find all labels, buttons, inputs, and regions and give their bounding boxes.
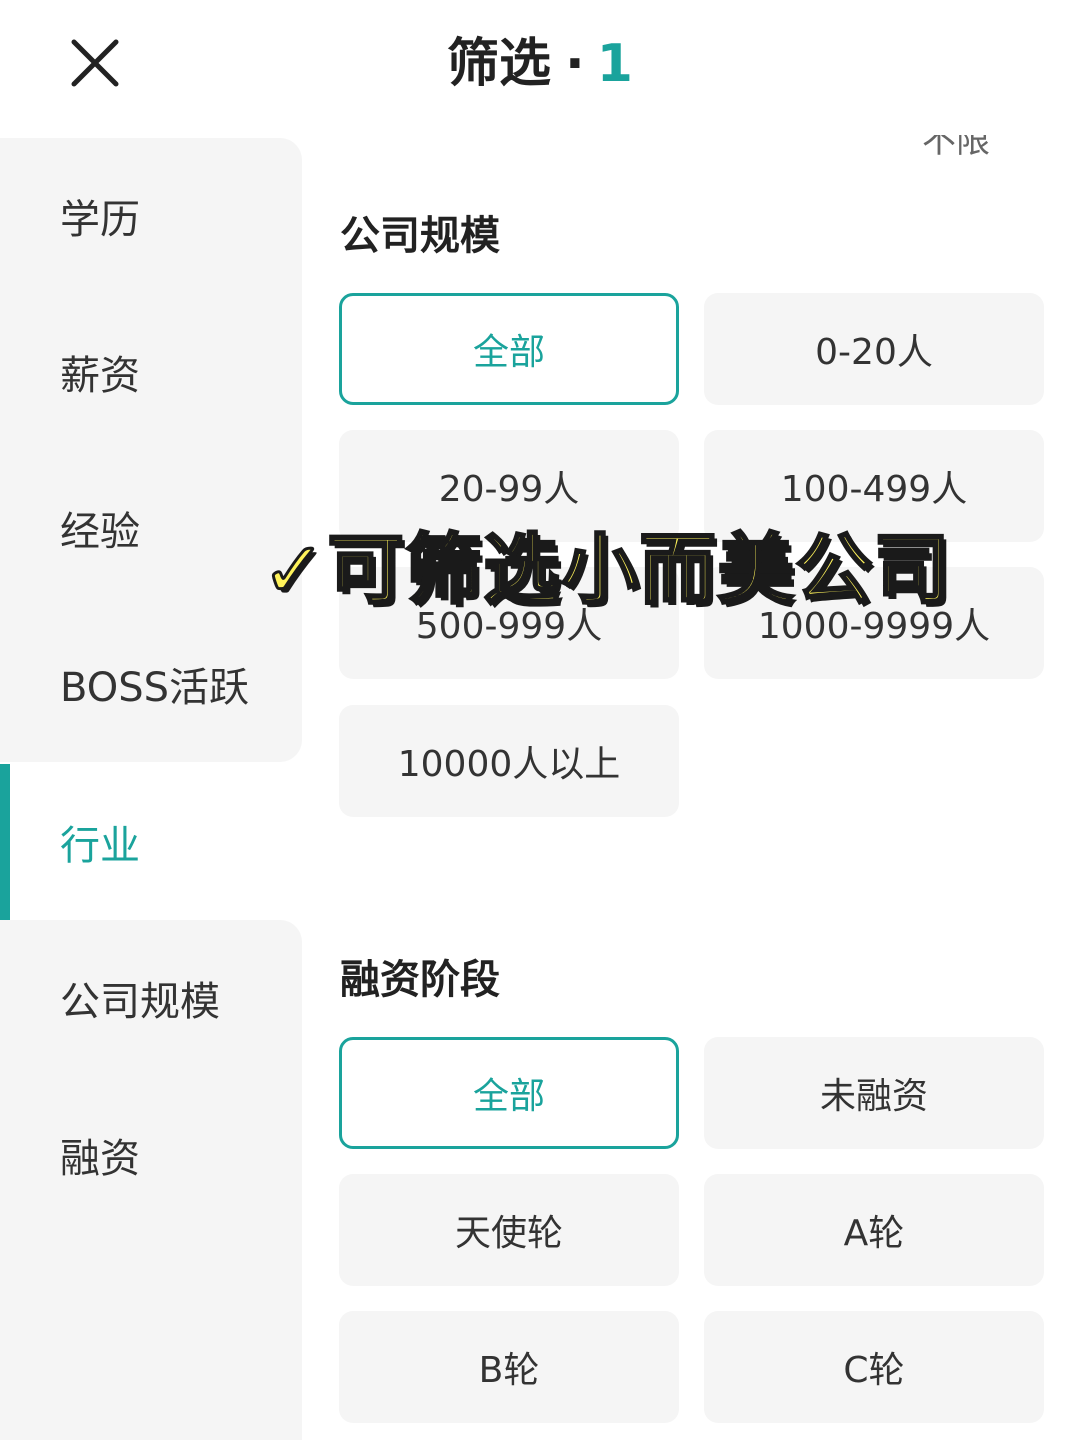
sidebar-item-label: 学历: [60, 197, 140, 243]
sidebar-item-label: 行业: [60, 823, 140, 869]
sidebar-item-label: 公司规模: [60, 979, 220, 1025]
header: 筛选 · 1: [0, 0, 1080, 135]
option-funding-series-b[interactable]: B轮: [339, 1311, 679, 1423]
option-funding-all[interactable]: 全部: [339, 1037, 679, 1149]
page-title: 筛选 · 1: [0, 28, 1080, 100]
option-label: 天使轮: [454, 1213, 563, 1254]
option-size-0-20[interactable]: 0-20人: [704, 293, 1044, 405]
option-label: 全部: [472, 1076, 545, 1117]
sidebar-item-company-size[interactable]: 公司规模: [0, 920, 302, 1076]
annotation-overlay: ✓可筛选小而美公司: [261, 524, 952, 616]
sidebar-item-boss-active[interactable]: BOSS活跃: [0, 606, 302, 762]
sidebar-item-label: BOSS活跃: [60, 665, 250, 711]
sidebar-item-label: 融资: [60, 1136, 140, 1182]
filter-count: 1: [596, 34, 633, 94]
option-label: 10000人以上: [397, 744, 621, 785]
option-label: 100-499人: [780, 469, 968, 510]
option-size-all[interactable]: 全部: [339, 293, 679, 405]
option-funding-angel[interactable]: 天使轮: [339, 1174, 679, 1286]
sidebar-item-education[interactable]: 学历: [0, 138, 302, 294]
option-funding-unfunded[interactable]: 未融资: [704, 1037, 1044, 1149]
active-indicator: [0, 764, 10, 920]
option-label: A轮: [843, 1213, 905, 1254]
sidebar-item-label: 薪资: [60, 353, 140, 399]
sidebar-item-industry[interactable]: 行业: [0, 764, 302, 920]
sidebar-item-salary[interactable]: 薪资: [0, 294, 302, 450]
sidebar-item-experience[interactable]: 经验: [0, 450, 302, 606]
option-label: C轮: [843, 1350, 905, 1391]
filter-options-panel: 不限 公司规模 全部 0-20人 20-99人 100-499人 500-999…: [302, 135, 1080, 1440]
option-size-10000-plus[interactable]: 10000人以上: [339, 705, 679, 817]
clipped-option-text: 不限: [922, 135, 990, 161]
option-label: 0-20人: [815, 332, 933, 373]
option-funding-series-c[interactable]: C轮: [704, 1311, 1044, 1423]
sidebar-item-funding[interactable]: 融资: [0, 1076, 302, 1440]
section-title-funding: 融资阶段: [340, 957, 500, 1003]
option-label: 20-99人: [438, 469, 580, 510]
option-label: B轮: [478, 1350, 540, 1391]
section-title-company-size: 公司规模: [340, 213, 500, 259]
title-separator: ·: [565, 34, 585, 94]
option-funding-series-a[interactable]: A轮: [704, 1174, 1044, 1286]
filter-category-sidebar: 学历 薪资 经验 BOSS活跃 行业 公司规模 融资: [0, 138, 302, 1440]
option-label: 未融资: [819, 1076, 928, 1117]
option-label: 全部: [472, 332, 545, 373]
sidebar-item-label: 经验: [60, 509, 140, 555]
title-text: 筛选: [447, 34, 552, 94]
